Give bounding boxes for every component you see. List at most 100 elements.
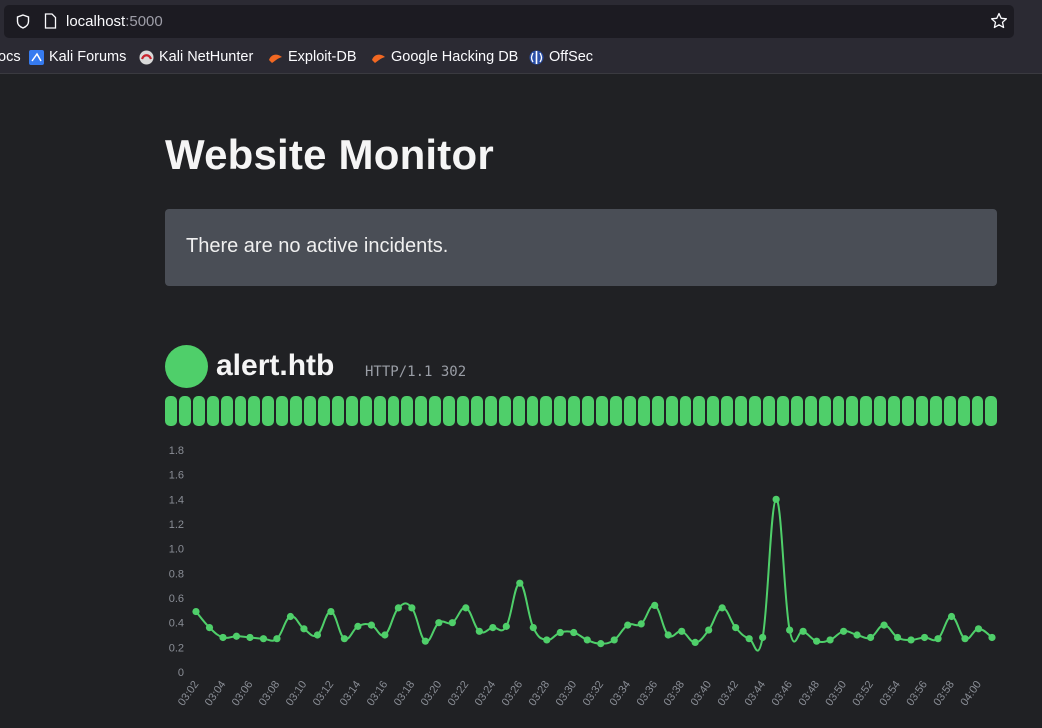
uptime-check-bar[interactable] [484, 396, 497, 426]
data-point[interactable] [408, 604, 416, 612]
data-point[interactable] [273, 635, 281, 643]
uptime-check-bar[interactable] [470, 396, 483, 426]
uptime-check-bar[interactable] [415, 396, 428, 426]
uptime-check-bar[interactable] [943, 396, 956, 426]
data-point[interactable] [516, 579, 524, 587]
data-point[interactable] [543, 636, 551, 644]
data-point[interactable] [219, 633, 227, 642]
data-point[interactable] [556, 628, 564, 637]
bookmark-kali-nethunter[interactable]: Kali NetHunter [139, 49, 253, 65]
uptime-check-bar[interactable] [554, 396, 567, 426]
uptime-check-bar[interactable] [846, 396, 859, 426]
uptime-check-bar[interactable] [290, 396, 303, 426]
uptime-check-bar[interactable] [317, 396, 330, 426]
data-point[interactable] [462, 604, 470, 612]
data-point[interactable] [624, 621, 632, 629]
uptime-check-bar[interactable] [610, 396, 622, 426]
data-point[interactable] [300, 625, 308, 633]
address-bar[interactable]: localhost:5000 [4, 5, 1014, 38]
uptime-check-bar[interactable] [192, 396, 205, 426]
uptime-check-bar[interactable] [957, 396, 970, 426]
uptime-check-bar[interactable] [915, 396, 928, 426]
data-point[interactable] [988, 633, 996, 642]
uptime-check-bar[interactable] [276, 396, 289, 426]
bookmark-offsec[interactable]: OffSec [529, 49, 593, 65]
uptime-check-bar[interactable] [790, 396, 803, 426]
uptime-check-bar[interactable] [665, 396, 678, 426]
data-point[interactable] [232, 632, 241, 640]
data-point[interactable] [637, 620, 645, 628]
data-point[interactable] [853, 631, 861, 639]
uptime-check-bar[interactable] [512, 396, 525, 426]
uptime-check-bar[interactable] [206, 396, 219, 426]
uptime-check-bar[interactable] [373, 396, 386, 426]
data-point[interactable] [259, 635, 268, 643]
data-point[interactable] [974, 625, 983, 633]
uptime-check-bar[interactable] [220, 396, 233, 426]
data-point[interactable] [489, 624, 497, 632]
data-point[interactable] [502, 622, 510, 630]
uptime-check-bar[interactable] [707, 396, 720, 426]
uptime-check-bar[interactable] [596, 396, 608, 426]
data-point[interactable] [448, 619, 456, 627]
uptime-check-bar[interactable] [693, 396, 706, 426]
bookmark-google-hacking-db[interactable]: Google Hacking DB [371, 49, 518, 65]
data-point[interactable] [313, 631, 322, 639]
uptime-check-bar[interactable] [749, 396, 761, 426]
uptime-check-bar[interactable] [762, 396, 775, 426]
data-point[interactable] [826, 636, 834, 644]
uptime-check-bar[interactable] [679, 396, 692, 426]
uptime-check-bar[interactable] [331, 396, 344, 426]
uptime-check-bar[interactable] [888, 396, 901, 426]
uptime-check-bar[interactable] [262, 396, 275, 426]
uptime-check-bar[interactable] [234, 396, 247, 426]
uptime-check-bar[interactable] [776, 396, 789, 426]
data-point[interactable] [907, 636, 915, 644]
uptime-check-bar[interactable] [818, 396, 831, 426]
uptime-check-bar[interactable] [178, 396, 191, 426]
uptime-check-bar[interactable] [498, 396, 511, 426]
data-point[interactable] [367, 621, 375, 629]
data-point[interactable] [246, 633, 254, 642]
uptime-check-bar[interactable] [429, 396, 442, 426]
data-point[interactable] [583, 636, 591, 644]
data-point[interactable] [961, 635, 969, 643]
bookmark-exploit-db[interactable]: Exploit-DB [268, 49, 357, 65]
data-point[interactable] [381, 631, 389, 639]
data-point[interactable] [813, 637, 821, 645]
uptime-check-bar[interactable] [902, 396, 914, 426]
uptime-check-bar[interactable] [735, 396, 748, 426]
data-point[interactable] [678, 627, 686, 635]
uptime-check-bar[interactable] [387, 396, 400, 426]
data-point[interactable] [394, 604, 402, 612]
data-point[interactable] [421, 637, 429, 645]
data-point[interactable] [354, 622, 362, 630]
data-point[interactable] [759, 633, 767, 642]
data-point[interactable] [786, 626, 794, 634]
data-point[interactable] [880, 621, 888, 629]
uptime-check-bar[interactable] [582, 396, 595, 426]
uptime-check-bar[interactable] [248, 396, 261, 426]
uptime-check-bar[interactable] [443, 396, 456, 426]
data-point[interactable] [732, 624, 740, 632]
uptime-check-bar[interactable] [457, 396, 469, 426]
data-point[interactable] [893, 633, 902, 642]
uptime-check-bar[interactable] [526, 396, 539, 426]
url-text[interactable]: localhost:5000 [66, 13, 163, 30]
data-point[interactable] [799, 627, 807, 635]
data-point[interactable] [745, 635, 753, 643]
data-point[interactable] [340, 635, 349, 643]
uptime-check-bar[interactable] [985, 396, 998, 426]
uptime-check-bar[interactable] [804, 396, 817, 426]
data-point[interactable] [475, 627, 483, 635]
uptime-check-bar[interactable] [971, 396, 984, 426]
data-point[interactable] [947, 612, 956, 621]
uptime-check-bar[interactable] [860, 396, 873, 426]
data-point[interactable] [772, 495, 780, 503]
uptime-check-bar[interactable] [874, 396, 887, 426]
data-point[interactable] [664, 631, 672, 639]
uptime-check-bar[interactable] [345, 396, 358, 426]
data-point[interactable] [866, 633, 875, 642]
uptime-check-bar[interactable] [401, 396, 414, 426]
data-point[interactable] [570, 628, 578, 637]
